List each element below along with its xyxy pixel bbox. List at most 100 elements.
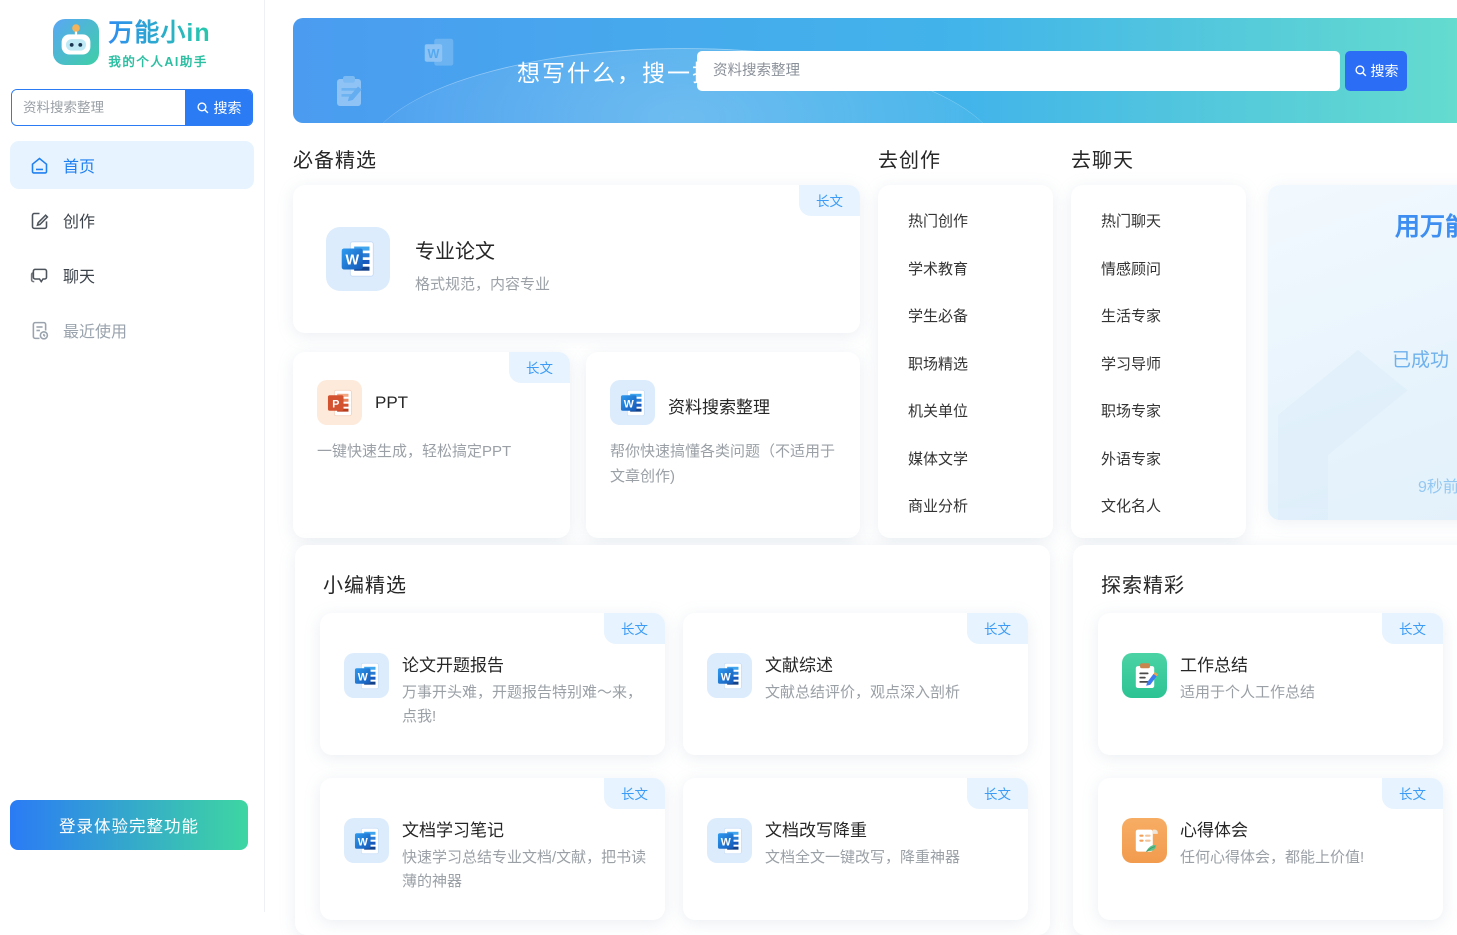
sidebar-item-label: 聊天 <box>63 263 95 287</box>
card-reflections[interactable]: 长文 心得体会 任何心得体会，都能上价值! <box>1098 778 1443 920</box>
chat-item-workplace[interactable]: 职场专家 <box>1071 387 1246 435</box>
sidebar-item-home[interactable]: 首页 <box>10 141 254 189</box>
card-title: 资料搜索整理 <box>668 393 770 418</box>
long-text-badge: 长文 <box>604 613 665 644</box>
sidebar-item-label: 最近使用 <box>63 318 127 342</box>
create-item-academic[interactable]: 学术教育 <box>878 245 1053 293</box>
scroll-orange-icon <box>1122 818 1167 863</box>
long-text-badge: 长文 <box>967 778 1028 809</box>
sidebar-search: 搜索 <box>11 89 253 126</box>
card-literature-review[interactable]: 长文 文献综述 文献总结评价，观点深入剖析 <box>683 613 1028 755</box>
explore-panel: 探索精彩 长文 工作总结 适用于个人工作总结 长文 心得体会 任何心得体会，都能… <box>1073 545 1457 935</box>
banner-search-button[interactable]: 搜索 <box>1345 51 1407 91</box>
promo-time: 9秒前 <box>1418 473 1457 497</box>
create-item-business[interactable]: 商业分析 <box>878 482 1053 530</box>
card-professional-paper[interactable]: 长文 专业论文 格式规范，内容专业 <box>293 185 860 333</box>
word-icon <box>707 818 752 863</box>
sidebar-item-recent[interactable]: 最近使用 <box>10 306 254 354</box>
brand-tagline: 我的个人AI助手 <box>108 51 210 70</box>
card-desc: 帮你快速搞懂各类问题（不适用于文章创作) <box>610 440 840 490</box>
card-thesis-proposal[interactable]: 长文 论文开题报告 万事开头难，开题报告特别难～来，点我! <box>320 613 665 755</box>
word-icon <box>344 653 389 698</box>
promo-card[interactable]: 用万能 已成功 9秒前 <box>1268 185 1457 520</box>
card-title: 文档改写降重 <box>765 816 867 841</box>
chat-list-panel: 热门聊天 情感顾问 生活专家 学习导师 职场专家 外语专家 文化名人 <box>1071 185 1246 538</box>
card-study-notes[interactable]: 长文 文档学习笔记 快速学习总结专业文档/文献，把书读薄的神器 <box>320 778 665 920</box>
recent-doc-icon <box>29 320 50 341</box>
clipboard-green-icon <box>1122 653 1167 698</box>
long-text-badge: 长文 <box>509 352 570 383</box>
chat-icon <box>29 265 50 286</box>
card-rewrite-dedup[interactable]: 长文 文档改写降重 文档全文一键改写，降重神器 <box>683 778 1028 920</box>
clipboard-deco-icon <box>331 73 367 109</box>
card-title: 工作总结 <box>1180 651 1248 676</box>
promo-headline: 用万能 <box>1395 207 1457 243</box>
card-title: 文献综述 <box>765 651 833 676</box>
word-icon <box>707 653 752 698</box>
card-research-organize[interactable]: 资料搜索整理 帮你快速搞懂各类问题（不适用于文章创作) <box>586 352 860 538</box>
card-desc: 任何心得体会，都能上价值! <box>1180 846 1429 870</box>
word-icon <box>344 818 389 863</box>
long-text-badge: 长文 <box>967 613 1028 644</box>
create-section-title: 去创作 <box>878 144 941 173</box>
ppt-icon <box>317 380 362 425</box>
card-desc: 一键快速生成，轻松搞定PPT <box>317 440 550 465</box>
long-text-badge: 长文 <box>799 185 860 216</box>
card-desc: 文档全文一键改写，降重神器 <box>765 846 1014 870</box>
long-text-badge: 长文 <box>1382 778 1443 809</box>
card-desc: 万事开头难，开题报告特别难～来，点我! <box>402 681 651 729</box>
home-icon <box>29 155 50 176</box>
chat-item-language[interactable]: 外语专家 <box>1071 435 1246 483</box>
card-title: PPT <box>375 393 408 413</box>
edit-icon <box>29 210 50 231</box>
editors-picks-title: 小编精选 <box>323 569 407 598</box>
sidebar: 万能小in 我的个人AI助手 搜索 首页 创作 <box>0 0 265 912</box>
long-text-badge: 长文 <box>604 778 665 809</box>
banner-search-input[interactable] <box>697 51 1340 91</box>
sidebar-menu: 首页 创作 聊天 最近使用 <box>10 141 254 354</box>
card-desc: 快速学习总结专业文档/文献，把书读薄的神器 <box>402 846 651 894</box>
word-icon <box>610 380 655 425</box>
sidebar-item-chat[interactable]: 聊天 <box>10 251 254 299</box>
word-icon <box>326 227 390 291</box>
chat-item-hot[interactable]: 热门聊天 <box>1071 197 1246 245</box>
chat-item-culture[interactable]: 文化名人 <box>1071 482 1246 530</box>
create-item-government[interactable]: 机关单位 <box>878 387 1053 435</box>
brand-name: 万能小in <box>108 13 210 49</box>
create-item-student[interactable]: 学生必备 <box>878 292 1053 340</box>
card-title: 专业论文 <box>415 235 495 264</box>
editors-picks-panel: 小编精选 长文 论文开题报告 万事开头难，开题报告特别难～来，点我! 长文 文献… <box>295 545 1050 935</box>
robot-logo-icon <box>53 19 99 65</box>
card-desc: 文献总结评价，观点深入剖析 <box>765 681 1014 705</box>
card-ppt[interactable]: 长文 PPT 一键快速生成，轻松搞定PPT <box>293 352 570 538</box>
essentials-title: 必备精选 <box>293 144 377 173</box>
card-desc: 适用于个人工作总结 <box>1180 681 1429 705</box>
card-title: 论文开题报告 <box>402 651 504 676</box>
sidebar-search-input[interactable] <box>12 90 185 125</box>
card-work-summary[interactable]: 长文 工作总结 适用于个人工作总结 <box>1098 613 1443 755</box>
create-item-workplace[interactable]: 职场精选 <box>878 340 1053 388</box>
brand-logo: 万能小in 我的个人AI助手 <box>0 0 264 70</box>
explore-title: 探索精彩 <box>1101 569 1185 598</box>
chat-item-study[interactable]: 学习导师 <box>1071 340 1246 388</box>
card-title: 文档学习笔记 <box>402 816 504 841</box>
promo-status: 已成功 <box>1392 345 1449 372</box>
sidebar-item-label: 创作 <box>63 208 95 232</box>
create-item-media[interactable]: 媒体文学 <box>878 435 1053 483</box>
chat-item-life[interactable]: 生活专家 <box>1071 292 1246 340</box>
banner-prompt: 想写什么，搜一搜 <box>517 54 717 88</box>
card-title: 心得体会 <box>1180 816 1248 841</box>
chat-item-emotion[interactable]: 情感顾问 <box>1071 245 1246 293</box>
sidebar-item-create[interactable]: 创作 <box>10 196 254 244</box>
search-icon <box>196 101 210 115</box>
sidebar-search-button[interactable]: 搜索 <box>185 90 252 125</box>
word-doc-deco-icon <box>420 34 458 72</box>
create-item-hot[interactable]: 热门创作 <box>878 197 1053 245</box>
long-text-badge: 长文 <box>1382 613 1443 644</box>
hero-banner: 想写什么，搜一搜 搜索 <box>293 18 1457 123</box>
card-desc: 格式规范，内容专业 <box>415 273 550 294</box>
login-button[interactable]: 登录体验完整功能 <box>10 800 248 850</box>
create-list-panel: 热门创作 学术教育 学生必备 职场精选 机关单位 媒体文学 商业分析 <box>878 185 1053 538</box>
search-icon <box>1354 64 1368 78</box>
sidebar-item-label: 首页 <box>63 153 95 177</box>
